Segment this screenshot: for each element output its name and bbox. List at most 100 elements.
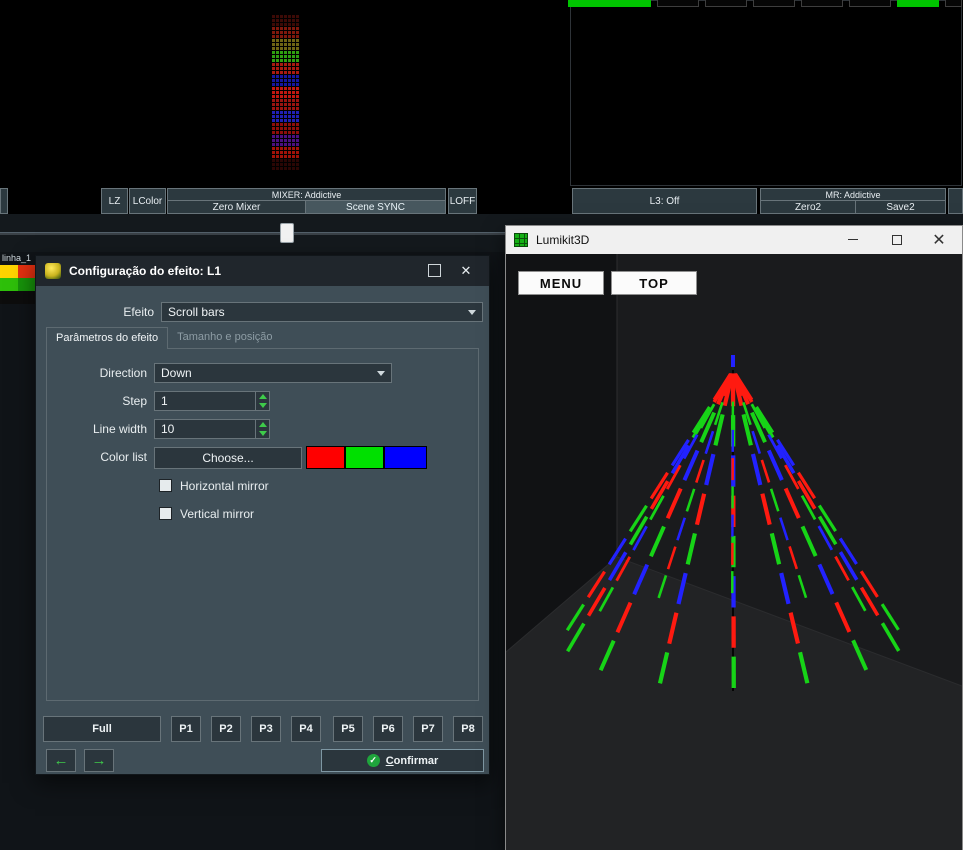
zero-mixer-button[interactable]: Zero Mixer — [167, 200, 306, 214]
step-label: Step — [47, 394, 147, 408]
dialog-titlebar[interactable]: Configuração do efeito: L1 ✕ — [36, 256, 489, 286]
lumikit3d-window: Lumikit3D ✕ MENU TOP — [505, 225, 963, 850]
preset-p4-button[interactable]: P4 — [291, 716, 321, 742]
chevron-down-icon — [377, 371, 385, 376]
mixer-left-stub-button[interactable] — [0, 188, 8, 214]
fixture-cell — [0, 265, 18, 278]
fixture-cell — [18, 291, 36, 304]
preset-p7-button[interactable]: P7 — [413, 716, 443, 742]
chevron-down-icon — [468, 310, 476, 315]
fixture-cell — [0, 291, 18, 304]
direction-dropdown-value: Down — [161, 366, 192, 380]
direction-label: Direction — [47, 366, 147, 380]
zero2-button[interactable]: Zero2 — [760, 200, 856, 214]
top-toolbar-button[interactable] — [657, 0, 699, 7]
preset-p6-button[interactable]: P6 — [373, 716, 403, 742]
preset-p3-button[interactable]: P3 — [251, 716, 281, 742]
maximize-icon[interactable] — [876, 226, 918, 253]
top-toolbar-button[interactable] — [801, 0, 843, 7]
top-toolbar-button[interactable] — [897, 0, 939, 7]
spinner-buttons — [255, 420, 269, 438]
step-value: 1 — [161, 394, 168, 408]
dialog-title: Configuração do efeito: L1 — [69, 256, 221, 286]
previous-button[interactable]: ← — [46, 749, 76, 772]
3d-viewport[interactable]: MENU TOP — [506, 254, 962, 850]
color-swatch — [385, 447, 426, 468]
vertical-mirror-label: Vertical mirror — [180, 507, 254, 521]
color-swatch — [346, 447, 383, 468]
confirm-button-label: Confirmar — [386, 755, 439, 767]
horizontal-mirror-label: Horizontal mirror — [180, 479, 269, 493]
lamp-icon — [45, 263, 61, 279]
effect-label: Efeito — [36, 305, 154, 319]
horizontal-mirror-checkbox[interactable] — [159, 479, 172, 492]
loff-button[interactable]: LOFF — [448, 188, 477, 214]
confirm-button[interactable]: ✓ Confirmar — [321, 749, 484, 772]
fixture-preview-cells — [0, 265, 38, 304]
preset-full-button[interactable]: Full — [43, 716, 161, 742]
spinner-up-icon[interactable] — [256, 420, 269, 429]
check-icon: ✓ — [367, 754, 380, 767]
fixture-cell — [18, 265, 36, 278]
effect-dropdown-value: Scroll bars — [168, 305, 225, 319]
mixer-right-stub-button[interactable] — [948, 188, 963, 214]
line-width-spinner[interactable]: 10 — [154, 419, 270, 439]
top-toolbar-button[interactable] — [945, 0, 962, 7]
close-icon[interactable]: ✕ — [918, 226, 960, 253]
fixture-name: linha_1 — [0, 253, 38, 265]
preset-p5-button[interactable]: P5 — [333, 716, 363, 742]
l3-off-button[interactable]: L3: Off — [572, 188, 757, 214]
top-view-button[interactable]: TOP — [611, 271, 697, 295]
lz-button[interactable]: LZ — [101, 188, 128, 214]
line-width-value: 10 — [161, 422, 174, 436]
fixture-cell — [0, 278, 18, 291]
dialog-tabs: Parâmetros do efeito Tamanho e posição — [46, 327, 282, 349]
spinner-down-icon[interactable] — [256, 429, 269, 438]
top-toolbar-button[interactable] — [753, 0, 795, 7]
preset-p1-button[interactable]: P1 — [171, 716, 201, 742]
menu-button[interactable]: MENU — [518, 271, 604, 295]
next-button[interactable]: → — [84, 749, 114, 772]
lumikit-app: LZ LColor MIXER: Addictive Zero Mixer Sc… — [0, 0, 963, 850]
preset-p2-button[interactable]: P2 — [211, 716, 241, 742]
crossfader-groove — [0, 232, 505, 235]
effect-parameters-panel: Direction Down Step 1 Line width 10 — [46, 348, 479, 701]
save2-button[interactable]: Save2 — [855, 200, 946, 214]
scene-sync-button[interactable]: Scene SYNC — [305, 200, 446, 214]
top-toolbar-button[interactable] — [568, 0, 651, 7]
vertical-mirror-checkbox[interactable] — [159, 507, 172, 520]
lcolor-button[interactable]: LColor — [129, 188, 166, 214]
minimize-icon[interactable] — [832, 226, 874, 253]
left-arrow-icon: ← — [54, 752, 69, 769]
preset-p8-button[interactable]: P8 — [453, 716, 483, 742]
top-toolbar-button[interactable] — [849, 0, 891, 7]
tab-effect-parameters[interactable]: Parâmetros do efeito — [46, 327, 168, 349]
color-list-swatches — [306, 446, 427, 469]
effect-dropdown[interactable]: Scroll bars — [161, 302, 483, 322]
lumikit3d-logo-icon — [514, 233, 528, 247]
crossfader-handle[interactable] — [280, 223, 294, 243]
color-list-label: Color list — [47, 450, 147, 464]
3d-scene — [506, 254, 962, 850]
fixture-cell — [18, 278, 36, 291]
spinner-up-icon[interactable] — [256, 392, 269, 401]
right-arrow-icon: → — [92, 752, 107, 769]
choose-colors-button[interactable]: Choose... — [154, 447, 302, 469]
spinner-down-icon[interactable] — [256, 401, 269, 410]
spinner-buttons — [255, 392, 269, 410]
top-toolbar-button[interactable] — [705, 0, 747, 7]
lumikit3d-titlebar[interactable]: Lumikit3D ✕ — [506, 226, 962, 254]
step-spinner[interactable]: 1 — [154, 391, 270, 411]
tab-size-position[interactable]: Tamanho e posição — [168, 327, 281, 349]
led-matrix-preview — [270, 14, 302, 172]
color-swatch — [307, 447, 344, 468]
fixture-preview: linha_1 — [0, 253, 38, 304]
direction-dropdown[interactable]: Down — [154, 363, 392, 383]
close-icon[interactable]: ✕ — [458, 262, 474, 280]
preview-panels — [0, 0, 963, 214]
output-preview-right — [570, 0, 962, 186]
lumikit3d-title: Lumikit3D — [536, 226, 589, 254]
maximize-icon[interactable] — [428, 264, 441, 277]
line-width-label: Line width — [47, 422, 147, 436]
effect-config-dialog: Configuração do efeito: L1 ✕ Efeito Scro… — [35, 255, 490, 775]
